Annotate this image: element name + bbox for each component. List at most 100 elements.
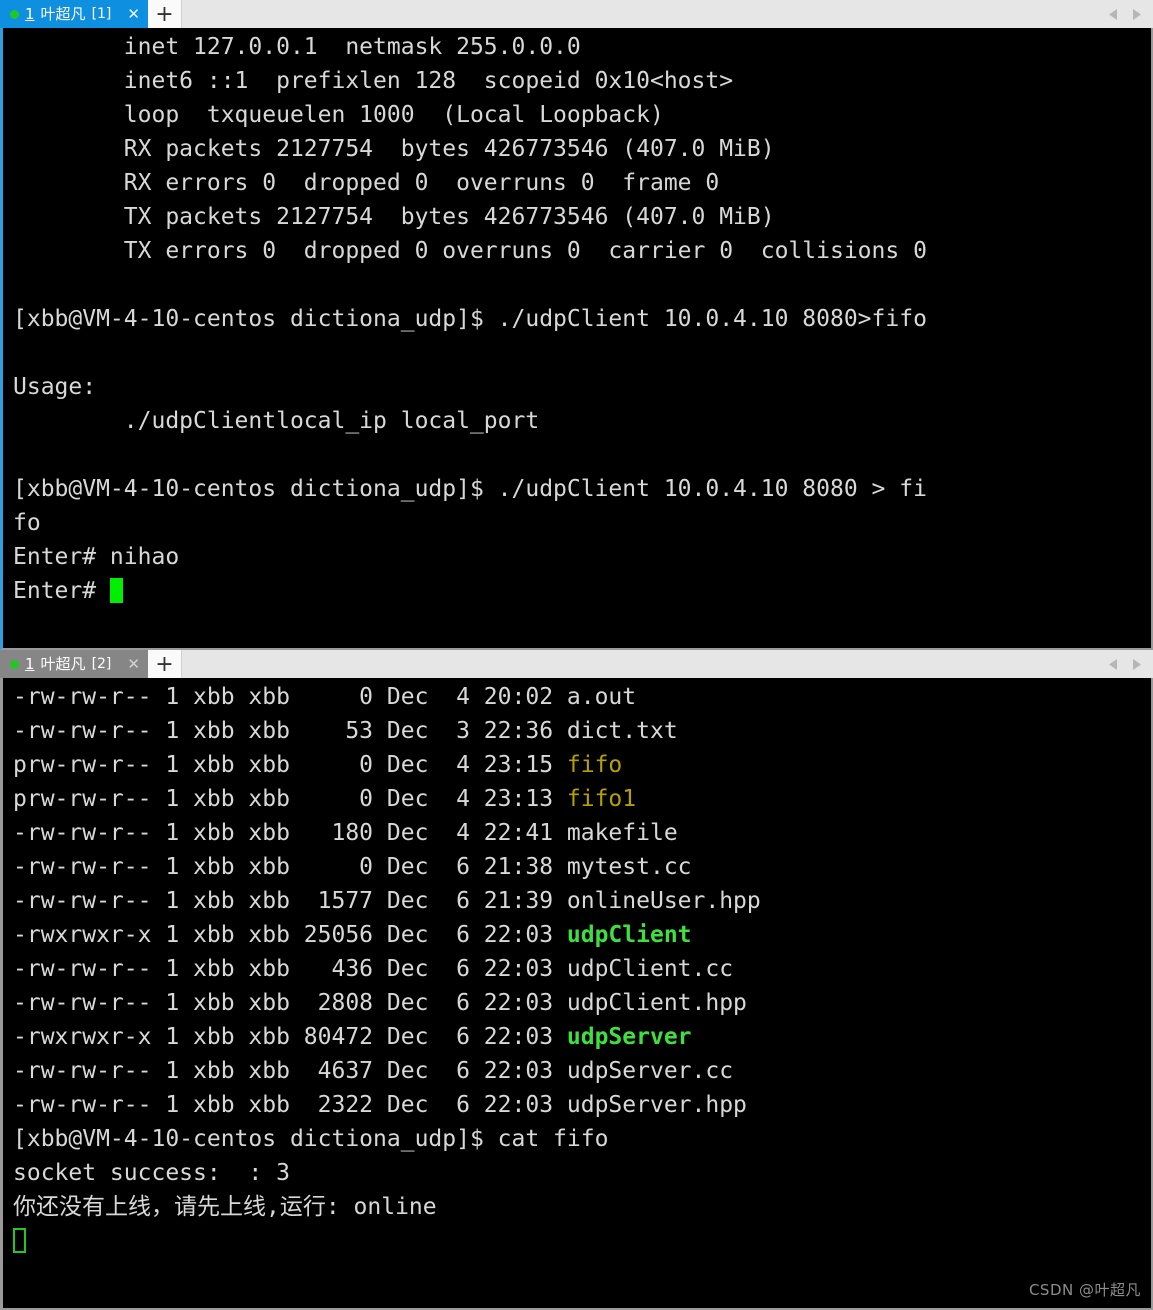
terminal-line: -rw-rw-r-- 1 xbb xbb 0 Dec 6 21:38 mytes… — [13, 850, 1151, 884]
terminal-text: -rw-rw-r-- 1 xbb xbb 436 Dec 6 22:03 udp… — [13, 956, 734, 982]
terminal-application-window: 1 叶超凡 [1] ✕ + inet 127.0.0.1 netmask 255… — [0, 0, 1153, 1310]
connection-status-dot-icon — [10, 9, 19, 19]
tab-number: 1 — [25, 4, 35, 23]
tab-number: 1 — [25, 654, 35, 673]
terminal-line — [13, 1224, 1151, 1258]
tab-strip-2: 1 叶超凡 [2] ✕ + — [0, 650, 1153, 678]
terminal-line: inet6 ::1 prefixlen 128 scopeid 0x10<hos… — [13, 64, 1151, 98]
terminal-line: -rw-rw-r-- 1 xbb xbb 2322 Dec 6 22:03 ud… — [13, 1088, 1151, 1122]
terminal-line: -rw-rw-r-- 1 xbb xbb 0 Dec 4 20:02 a.out — [13, 680, 1151, 714]
terminal-line: RX packets 2127754 bytes 426773546 (407.… — [13, 132, 1151, 166]
terminal-cursor — [13, 1228, 26, 1253]
terminal-line: -rw-rw-r-- 1 xbb xbb 180 Dec 4 22:41 mak… — [13, 816, 1151, 850]
scroll-right-icon[interactable] — [1130, 657, 1143, 672]
terminal-line: -rwxrwxr-x 1 xbb xbb 25056 Dec 6 22:03 u… — [13, 918, 1151, 952]
terminal-text: loop txqueuelen 1000 (Local Loopback) — [13, 102, 664, 128]
terminal-text: -rwxrwxr-x 1 xbb xbb 80472 Dec 6 22:03 — [13, 1024, 567, 1050]
close-icon[interactable]: ✕ — [127, 6, 140, 22]
terminal-text: prw-rw-r-- 1 xbb xbb 0 Dec 4 23:13 — [13, 786, 567, 812]
terminal-line: TX errors 0 dropped 0 overruns 0 carrier… — [13, 234, 1151, 268]
terminal-cursor — [109, 578, 123, 603]
connection-status-dot-icon — [10, 659, 19, 669]
terminal-text: TX errors 0 dropped 0 overruns 0 carrier… — [13, 238, 927, 264]
terminal-text: TX packets 2127754 bytes 426773546 (407.… — [13, 204, 775, 230]
terminal-text: fifo — [566, 752, 623, 778]
terminal-text: socket success: : 3 — [13, 1160, 290, 1186]
terminal-text: RX errors 0 dropped 0 overruns 0 frame 0 — [13, 170, 720, 196]
terminal-text: RX packets 2127754 bytes 426773546 (407.… — [13, 136, 775, 162]
terminal-text: 你还没有上线，请先上线,运行: online — [13, 1194, 437, 1220]
terminal-line: loop txqueuelen 1000 (Local Loopback) — [13, 98, 1151, 132]
terminal-line: -rw-rw-r-- 1 xbb xbb 53 Dec 3 22:36 dict… — [13, 714, 1151, 748]
terminal-text: -rw-rw-r-- 1 xbb xbb 180 Dec 4 22:41 mak… — [13, 820, 678, 846]
terminal-text: [xbb@VM-4-10-centos dictiona_udp]$ ./udp… — [13, 476, 927, 502]
terminal-text: fo — [13, 510, 41, 536]
terminal-text: -rw-rw-r-- 1 xbb xbb 0 Dec 6 21:38 mytes… — [13, 854, 692, 880]
terminal-text: -rwxrwxr-x 1 xbb xbb 25056 Dec 6 22:03 — [13, 922, 567, 948]
new-tab-button[interactable]: + — [147, 0, 182, 28]
close-icon[interactable]: ✕ — [127, 656, 140, 672]
tab-strip-1: 1 叶超凡 [1] ✕ + — [0, 0, 1153, 28]
terminal-line: prw-rw-r-- 1 xbb xbb 0 Dec 4 23:15 fifo — [13, 748, 1151, 782]
terminal-text: fifo1 — [566, 786, 637, 812]
terminal-text: ./udpClientlocal_ip local_port — [13, 408, 540, 434]
tab-index: [1] — [91, 6, 112, 22]
terminal-text: [xbb@VM-4-10-centos dictiona_udp]$ cat f… — [13, 1126, 609, 1152]
new-tab-button[interactable]: + — [147, 650, 182, 678]
terminal-text: udpServer — [566, 1024, 692, 1050]
terminal-line: Enter# nihao — [13, 540, 1151, 574]
terminal-text: -rw-rw-r-- 1 xbb xbb 1577 Dec 6 21:39 on… — [13, 888, 761, 914]
terminal-line: 你还没有上线，请先上线,运行: online — [13, 1190, 1151, 1224]
terminal-line: inet 127.0.0.1 netmask 255.0.0.0 — [13, 30, 1151, 64]
terminal-text: prw-rw-r-- 1 xbb xbb 0 Dec 4 23:15 — [13, 752, 567, 778]
tab-strip-filler-1 — [181, 0, 1153, 28]
terminal-line: socket success: : 3 — [13, 1156, 1151, 1190]
tab-title: 叶超凡 — [40, 4, 86, 23]
terminal-line: fo — [13, 506, 1151, 540]
terminal-text: Enter# — [13, 578, 110, 604]
terminal-text: -rw-rw-r-- 1 xbb xbb 2322 Dec 6 22:03 ud… — [13, 1092, 747, 1118]
terminal-line: ./udpClientlocal_ip local_port — [13, 404, 1151, 438]
tab-index: [2] — [91, 656, 112, 672]
terminal-line: [xbb@VM-4-10-centos dictiona_udp]$ cat f… — [13, 1122, 1151, 1156]
terminal-line: [xbb@VM-4-10-centos dictiona_udp]$ ./udp… — [13, 472, 1151, 506]
terminal-text: -rw-rw-r-- 1 xbb xbb 53 Dec 3 22:36 dict… — [13, 718, 678, 744]
terminal-text: udpClient — [566, 922, 692, 948]
tab-title: 叶超凡 — [40, 654, 86, 673]
terminal-text: -rw-rw-r-- 1 xbb xbb 2808 Dec 6 22:03 ud… — [13, 990, 747, 1016]
terminal-text: inet 127.0.0.1 netmask 255.0.0.0 — [13, 34, 581, 60]
scroll-left-icon[interactable] — [1107, 7, 1120, 22]
terminal-output-1: inet 127.0.0.1 netmask 255.0.0.0 inet6 :… — [3, 28, 1151, 608]
tab-session-2[interactable]: 1 叶超凡 [2] ✕ — [0, 650, 148, 678]
terminal-pane-1: 1 叶超凡 [1] ✕ + inet 127.0.0.1 netmask 255… — [0, 0, 1153, 650]
terminal-line: RX errors 0 dropped 0 overruns 0 frame 0 — [13, 166, 1151, 200]
terminal-line: Enter# — [13, 574, 1151, 608]
terminal-text: -rw-rw-r-- 1 xbb xbb 0 Dec 4 20:02 a.out — [13, 684, 637, 710]
terminal-text: Usage: — [13, 374, 97, 400]
terminal-viewport-1[interactable]: inet 127.0.0.1 netmask 255.0.0.0 inet6 :… — [0, 28, 1153, 650]
terminal-output-2: -rw-rw-r-- 1 xbb xbb 0 Dec 4 20:02 a.out… — [3, 678, 1151, 1258]
terminal-text: -rw-rw-r-- 1 xbb xbb 4637 Dec 6 22:03 ud… — [13, 1058, 734, 1084]
terminal-text: Enter# nihao — [13, 544, 180, 570]
terminal-line: Usage: — [13, 370, 1151, 404]
tab-strip-filler-2 — [181, 650, 1153, 678]
terminal-line: -rw-rw-r-- 1 xbb xbb 4637 Dec 6 22:03 ud… — [13, 1054, 1151, 1088]
terminal-line: TX packets 2127754 bytes 426773546 (407.… — [13, 200, 1151, 234]
watermark: CSDN @叶超凡 — [1028, 1281, 1141, 1299]
tab-session-1[interactable]: 1 叶超凡 [1] ✕ — [0, 0, 148, 28]
terminal-line: [xbb@VM-4-10-centos dictiona_udp]$ ./udp… — [13, 302, 1151, 336]
scroll-right-icon[interactable] — [1130, 7, 1143, 22]
terminal-pane-2: 1 叶超凡 [2] ✕ + -rw-rw-r-- 1 xbb xbb 0 Dec… — [0, 650, 1153, 1310]
terminal-line: -rw-rw-r-- 1 xbb xbb 2808 Dec 6 22:03 ud… — [13, 986, 1151, 1020]
terminal-text: inet6 ::1 prefixlen 128 scopeid 0x10<hos… — [13, 68, 734, 94]
scroll-left-icon[interactable] — [1107, 657, 1120, 672]
terminal-viewport-2[interactable]: -rw-rw-r-- 1 xbb xbb 0 Dec 4 20:02 a.out… — [0, 678, 1153, 1310]
terminal-text: [xbb@VM-4-10-centos dictiona_udp]$ ./udp… — [13, 306, 927, 332]
terminal-line: -rwxrwxr-x 1 xbb xbb 80472 Dec 6 22:03 u… — [13, 1020, 1151, 1054]
terminal-line: -rw-rw-r-- 1 xbb xbb 1577 Dec 6 21:39 on… — [13, 884, 1151, 918]
terminal-line: -rw-rw-r-- 1 xbb xbb 436 Dec 6 22:03 udp… — [13, 952, 1151, 986]
terminal-line: prw-rw-r-- 1 xbb xbb 0 Dec 4 23:13 fifo1 — [13, 782, 1151, 816]
